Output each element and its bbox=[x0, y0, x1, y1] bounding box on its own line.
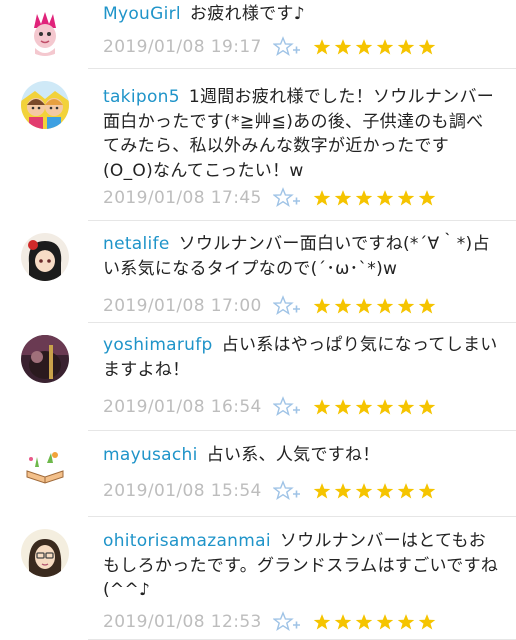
star-icon bbox=[334, 613, 352, 631]
star-icon bbox=[418, 297, 436, 315]
username-link[interactable]: netalife bbox=[103, 234, 170, 254]
avatar[interactable] bbox=[21, 335, 69, 383]
comment-text: netalife ソウルナンバー面白いですね(*´∀｀*)占い系気になるタイプなの… bbox=[103, 232, 499, 281]
star-rating bbox=[313, 38, 436, 56]
add-star-icon[interactable] bbox=[272, 396, 313, 418]
star-icon bbox=[355, 482, 373, 500]
avatar[interactable] bbox=[21, 8, 69, 56]
star-icon bbox=[397, 189, 415, 207]
star-icon bbox=[397, 398, 415, 416]
star-icon bbox=[313, 613, 331, 631]
comment-item: ohitorisamazanmai ソウルナンバーはとてもおもしろかったです。グラ… bbox=[0, 517, 516, 640]
comment-date: 2019/01/08 12:53 bbox=[103, 612, 262, 632]
username-link[interactable]: ohitorisamazanmai bbox=[103, 531, 271, 551]
comment-list: MyouGirl お疲れ様です♪ 2019/01/08 19:17 takipon5… bbox=[0, 0, 516, 640]
star-icon bbox=[355, 398, 373, 416]
comment-text: MyouGirl お疲れ様です♪ bbox=[103, 2, 499, 27]
star-icon bbox=[376, 297, 394, 315]
comment-date: 2019/01/08 17:00 bbox=[103, 296, 262, 316]
star-icon bbox=[397, 482, 415, 500]
star-icon bbox=[334, 297, 352, 315]
star-icon bbox=[376, 189, 394, 207]
add-star-icon[interactable] bbox=[272, 295, 313, 317]
comment-item: mayusachi 占い系、人気ですね！ 2019/01/08 15:54 bbox=[0, 431, 516, 517]
star-icon bbox=[334, 38, 352, 56]
star-icon bbox=[418, 613, 436, 631]
comment-meta: 2019/01/08 12:53 bbox=[103, 610, 436, 634]
avatar[interactable] bbox=[21, 233, 69, 281]
star-rating bbox=[313, 189, 436, 207]
comment-date: 2019/01/08 15:54 bbox=[103, 481, 262, 501]
star-icon bbox=[313, 398, 331, 416]
comment-date: 2019/01/08 16:54 bbox=[103, 397, 262, 417]
star-icon bbox=[418, 38, 436, 56]
comment-item: MyouGirl お疲れ様です♪ 2019/01/08 19:17 bbox=[0, 0, 516, 69]
star-icon bbox=[376, 482, 394, 500]
star-icon bbox=[397, 297, 415, 315]
comment-meta: 2019/01/08 17:45 bbox=[103, 186, 436, 210]
comment-meta: 2019/01/08 19:17 bbox=[103, 35, 436, 59]
star-icon bbox=[334, 398, 352, 416]
star-icon bbox=[355, 189, 373, 207]
star-icon bbox=[418, 398, 436, 416]
star-rating bbox=[313, 398, 436, 416]
star-icon bbox=[376, 398, 394, 416]
star-icon bbox=[376, 38, 394, 56]
comment-message: お疲れ様です♪ bbox=[189, 4, 305, 24]
username-link[interactable]: takipon5 bbox=[103, 87, 180, 107]
comment-meta: 2019/01/08 16:54 bbox=[103, 395, 436, 419]
star-icon bbox=[355, 613, 373, 631]
star-rating bbox=[313, 613, 436, 631]
star-rating bbox=[313, 482, 436, 500]
comment-date: 2019/01/08 19:17 bbox=[103, 37, 262, 57]
comment-message: 占い系、人気ですね！ bbox=[206, 445, 380, 465]
star-icon bbox=[313, 482, 331, 500]
add-star-icon[interactable] bbox=[272, 187, 313, 209]
star-rating bbox=[313, 297, 436, 315]
star-icon bbox=[334, 189, 352, 207]
username-link[interactable]: MyouGirl bbox=[103, 4, 181, 24]
star-icon bbox=[355, 38, 373, 56]
username-link[interactable]: mayusachi bbox=[103, 445, 198, 465]
avatar[interactable] bbox=[21, 445, 69, 493]
star-icon bbox=[418, 482, 436, 500]
star-icon bbox=[334, 482, 352, 500]
add-star-icon[interactable] bbox=[272, 36, 313, 58]
username-link[interactable]: yoshimarufp bbox=[103, 335, 213, 355]
star-icon bbox=[397, 38, 415, 56]
star-icon bbox=[355, 297, 373, 315]
star-icon bbox=[313, 297, 331, 315]
avatar[interactable] bbox=[21, 529, 69, 577]
add-star-icon[interactable] bbox=[272, 611, 313, 633]
avatar[interactable] bbox=[21, 81, 69, 129]
comment-meta: 2019/01/08 15:54 bbox=[103, 479, 436, 503]
star-icon bbox=[313, 38, 331, 56]
comment-meta: 2019/01/08 17:00 bbox=[103, 294, 436, 318]
star-icon bbox=[397, 613, 415, 631]
comment-text: yoshimarufp 占い系はやっぱり気になってしまいますよね！ bbox=[103, 333, 499, 382]
comment-text: mayusachi 占い系、人気ですね！ bbox=[103, 443, 499, 468]
comment-item: takipon5 1週間お疲れ様でした！ソウルナンバー面白かったです(*≧艸≦)あ… bbox=[0, 69, 516, 221]
add-star-icon[interactable] bbox=[272, 480, 313, 502]
comment-item: netalife ソウルナンバー面白いですね(*´∀｀*)占い系気になるタイプなの… bbox=[0, 221, 516, 323]
star-icon bbox=[376, 613, 394, 631]
comment-item: yoshimarufp 占い系はやっぱり気になってしまいますよね！ 2019/01/… bbox=[0, 323, 516, 431]
star-icon bbox=[313, 189, 331, 207]
comment-date: 2019/01/08 17:45 bbox=[103, 188, 262, 208]
comment-text: ohitorisamazanmai ソウルナンバーはとてもおもしろかったです。グラ… bbox=[103, 529, 499, 603]
comment-text: takipon5 1週間お疲れ様でした！ソウルナンバー面白かったです(*≧艸≦)あ… bbox=[103, 85, 499, 183]
star-icon bbox=[418, 189, 436, 207]
